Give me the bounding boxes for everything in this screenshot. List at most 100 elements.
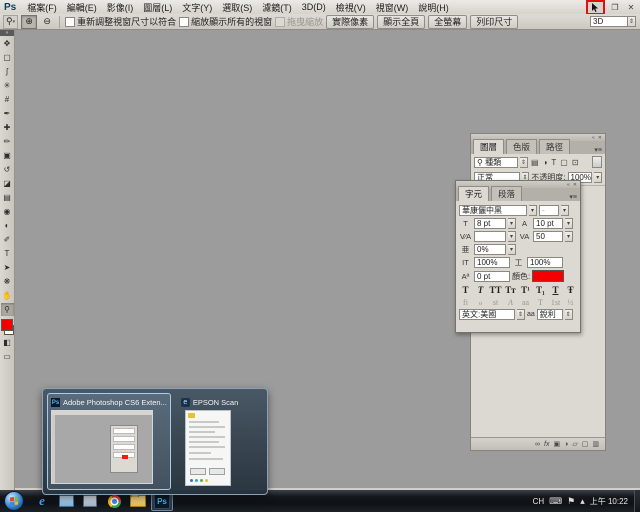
layer-mask-icon[interactable]: ▣ [554, 440, 561, 448]
dropdown-arrow-icon[interactable]: ▾ [529, 205, 537, 216]
layer-effects-icon[interactable]: fx [544, 441, 549, 448]
menu-layer[interactable]: 圖層(L) [138, 1, 177, 14]
clone-stamp-tool[interactable]: ▣ [1, 149, 14, 162]
horizontal-scale-field[interactable]: 100% [527, 257, 563, 268]
clock[interactable]: 上午 10:22 [590, 496, 628, 507]
preview-epson-scan-window[interactable]: e EPSON Scan [177, 393, 263, 490]
zoom-in-button[interactable]: ⊕ [21, 15, 37, 29]
faux-italic-button[interactable]: T [474, 284, 487, 295]
dropdown-arrow-icon[interactable]: ▾ [594, 172, 602, 183]
zoom-out-button[interactable]: ⊖ [40, 16, 54, 28]
brush-tool[interactable]: ✏ [1, 135, 14, 148]
actual-pixels-button[interactable]: 實際像素 [326, 15, 374, 29]
dropdown-arrow-icon[interactable]: ▾ [561, 205, 569, 216]
dropdown-arrows-icon[interactable]: ⇕ [520, 157, 528, 168]
collapse-panel-icon[interactable]: « [567, 182, 570, 188]
filter-toggle-switch[interactable] [592, 156, 602, 168]
link-layers-icon[interactable]: ∞ [535, 441, 540, 448]
tsume-field[interactable]: 0% [474, 244, 506, 255]
minimize-button[interactable] [586, 0, 605, 15]
epson-scan-thumbnail[interactable] [185, 410, 231, 487]
dropdown-arrow-icon[interactable]: ▾ [565, 218, 573, 229]
collapse-panel-icon[interactable]: « [592, 135, 595, 141]
workspace-switcher[interactable]: 3D ⇕ [590, 16, 636, 27]
menu-3d[interactable]: 3D(D) [297, 2, 331, 12]
show-hidden-icons[interactable]: ▴ [580, 496, 585, 507]
dropdown-arrow-icon[interactable]: ▾ [565, 231, 573, 242]
vertical-scale-field[interactable]: 100% [474, 257, 510, 268]
menu-type[interactable]: 文字(Y) [177, 1, 217, 14]
dropdown-arrow-icon[interactable]: ▾ [508, 231, 516, 242]
quick-selection-tool[interactable]: ✳ [1, 79, 14, 92]
language-indicator[interactable]: CH [533, 497, 545, 506]
text-color-swatch[interactable] [532, 270, 564, 282]
menu-help[interactable]: 說明(H) [413, 1, 454, 14]
filter-pixel-layers-icon[interactable]: ▤ [530, 158, 540, 167]
eraser-tool[interactable]: ◪ [1, 177, 14, 190]
tab-layers[interactable]: 圖層 [473, 139, 504, 154]
tab-channels[interactable]: 色版 [506, 139, 537, 154]
filter-shape-layers-icon[interactable]: ▢ [559, 158, 569, 167]
move-tool[interactable]: ✥ [1, 37, 14, 50]
crop-tool[interactable]: # [1, 93, 14, 106]
preview-photoshop-window[interactable]: Ps Adobe Photoshop CS6 Exten... [47, 393, 171, 490]
panel-menu-icon[interactable]: ▾≡ [591, 146, 605, 154]
pen-tool[interactable]: ✐ [1, 233, 14, 246]
new-layer-icon[interactable]: ▢ [582, 440, 589, 448]
photoshop-thumbnail[interactable] [51, 410, 153, 484]
close-panel-icon[interactable]: ✕ [598, 135, 602, 141]
foreground-color-swatch[interactable] [1, 319, 13, 331]
menu-file[interactable]: 檔案(F) [22, 1, 62, 14]
delete-layer-icon[interactable]: ▥ [592, 440, 599, 448]
toolbox-grip[interactable]: » [0, 30, 14, 36]
keyboard-icon[interactable]: ⌨ [549, 496, 562, 507]
show-desktop-button[interactable] [634, 490, 640, 512]
adjustment-layer-icon[interactable]: ◑ [564, 441, 568, 448]
filter-type-layers-icon[interactable]: T [550, 158, 557, 167]
restore-button[interactable]: ❐ [609, 3, 621, 12]
marquee-tool[interactable]: ▢ [1, 51, 14, 64]
close-button[interactable]: ✕ [625, 3, 637, 12]
fit-screen-button[interactable]: 顯示全頁 [377, 15, 425, 29]
filter-adjustment-layers-icon[interactable]: ◑ [542, 158, 549, 167]
healing-brush-tool[interactable]: ✚ [1, 121, 14, 134]
filter-smart-objects-icon[interactable]: ⊡ [571, 158, 580, 167]
quick-mask-button[interactable]: ◧ [1, 336, 14, 349]
type-tool[interactable]: T [1, 247, 14, 260]
path-selection-tool[interactable]: ➤ [1, 261, 14, 274]
menu-window[interactable]: 視窗(W) [371, 1, 414, 14]
small-caps-button[interactable]: Tᴛ [504, 284, 517, 295]
menu-filter[interactable]: 濾鏡(T) [257, 1, 297, 14]
all-caps-button[interactable]: TT [489, 284, 502, 295]
zoom-tool-selected[interactable]: ⚲ [1, 303, 14, 316]
current-tool-well[interactable]: ⚲ ▾ [3, 15, 18, 29]
print-size-button[interactable]: 列印尺寸 [470, 15, 518, 29]
tab-paragraph[interactable]: 段落 [491, 186, 522, 201]
dropdown-arrows-icon[interactable]: ⇕ [565, 309, 573, 320]
kerning-field[interactable] [474, 231, 506, 242]
zoom-all-windows-checkbox[interactable]: 縮放顯示所有的視窗 [179, 15, 272, 28]
dropdown-arrow-icon[interactable]: ▾ [508, 218, 516, 229]
tracking-field[interactable]: 50 [533, 231, 563, 242]
language-select[interactable]: 英文:美國 [459, 309, 515, 320]
layer-group-icon[interactable]: ▱ [572, 440, 577, 448]
menu-view[interactable]: 檢視(V) [331, 1, 371, 14]
menu-select[interactable]: 選取(S) [217, 1, 257, 14]
baseline-shift-field[interactable]: 0 pt [474, 271, 510, 282]
start-button[interactable] [4, 491, 24, 511]
tab-character[interactable]: 字元 [458, 186, 489, 201]
superscript-button[interactable]: T¹ [519, 284, 532, 295]
font-size-field[interactable]: 8 pt [474, 218, 506, 229]
hand-tool[interactable]: ✋ [1, 289, 14, 302]
strikethrough-button[interactable]: Ŧ [564, 284, 577, 295]
layer-filter-kind[interactable]: ⚲ 種類 [474, 157, 518, 168]
subscript-button[interactable]: T₁ [534, 284, 547, 295]
screen-mode-button[interactable]: ▭ [1, 350, 14, 363]
eyedropper-tool[interactable]: ✒ [1, 107, 14, 120]
resize-windows-to-fit-checkbox[interactable]: 重新調整視窗尺寸以符合 [65, 15, 176, 28]
panel-menu-icon[interactable]: ▾≡ [566, 193, 580, 201]
dodge-tool[interactable]: ◐ [1, 219, 14, 232]
close-panel-icon[interactable]: ✕ [573, 182, 577, 188]
gradient-tool[interactable]: ▤ [1, 191, 14, 204]
history-brush-tool[interactable]: ↺ [1, 163, 14, 176]
